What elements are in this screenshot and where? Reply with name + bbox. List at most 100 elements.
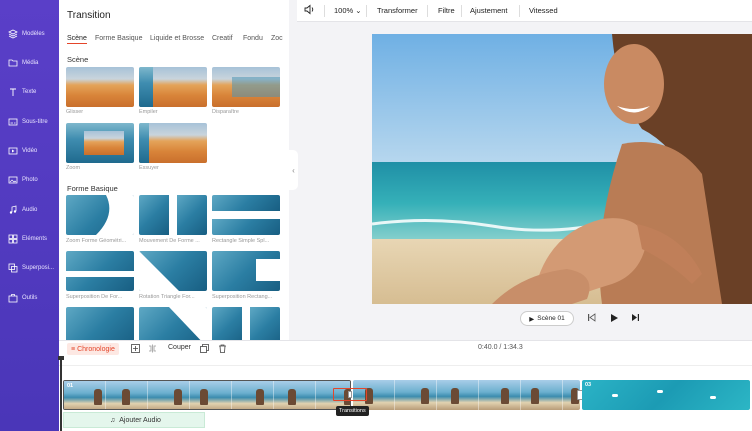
sidebar-item-photo[interactable]: Photo (0, 167, 59, 193)
transition-panel: Transition Scène Forme Basique Liquide e… (59, 0, 289, 340)
skip-forward-icon[interactable] (631, 313, 640, 324)
cut-button[interactable]: Couper (168, 344, 191, 351)
transition-label: Rotation Triangle For... (139, 294, 195, 300)
sidebar-item-label: Média (22, 60, 39, 66)
sidebar-item-outils[interactable]: Outils (0, 285, 59, 311)
transition-thumb-essuyer[interactable] (139, 123, 207, 163)
collapse-panel-button[interactable]: ‹ (289, 150, 298, 190)
playhead[interactable] (58, 356, 64, 431)
layers-icon (8, 29, 18, 39)
transition-label: Disparaître (212, 109, 239, 115)
sidebar-item-label: Eléments (22, 236, 48, 242)
transition-label: Superposition De For... (66, 294, 123, 300)
chronologie-label: Chronologie (77, 345, 115, 353)
transition-thumb-disparaitre[interactable] (212, 67, 280, 107)
transition-marker[interactable] (333, 388, 367, 401)
text-icon (8, 87, 18, 97)
section-title-forme-basique: Forme Basique (67, 184, 118, 193)
clip-01[interactable]: 01 (63, 380, 351, 410)
panel-title: Transition (67, 10, 111, 21)
photo-icon (8, 175, 18, 185)
sidebar-item-label: Superposi... (22, 265, 55, 271)
chevron-left-icon: ‹ (292, 165, 295, 175)
transition-label: Superposition Rectang... (212, 294, 273, 300)
sidebar-item-video[interactable]: Vidéo (0, 138, 59, 164)
time-display: 0:40.0 / 1:34.3 (478, 344, 523, 351)
transform-button[interactable]: Transformer (377, 6, 418, 15)
trash-icon[interactable] (218, 344, 227, 355)
zoom-value: 100% (334, 6, 354, 15)
section-title-scene: Scène (67, 55, 89, 64)
transition-thumb-rectangle-simple[interactable] (212, 195, 280, 235)
preview-frame-image (372, 34, 752, 304)
sidebar-item-label: Photo (22, 177, 38, 183)
volume-icon[interactable] (304, 4, 315, 17)
transition-label: Zoom Forme Géométri... (66, 238, 127, 244)
transition-thumb-glisser[interactable] (66, 67, 134, 107)
tools-icon (8, 293, 18, 303)
transition-label: Rectangle Simple Spl... (212, 238, 270, 244)
skip-back-icon[interactable] (587, 313, 596, 324)
sidebar-item-label: Sous-titre (22, 119, 48, 125)
tab-fondu[interactable]: Fondu (243, 35, 263, 42)
sidebar-item-superposition[interactable]: Superposi... (0, 255, 59, 281)
timeline-ruler[interactable] (59, 356, 752, 366)
scene-label: Scène 01 (537, 315, 565, 322)
clip-02[interactable] (353, 380, 580, 410)
transition-label: Essuyer (139, 165, 159, 171)
overlay-icon (8, 263, 18, 273)
transition-label: Empiler (139, 109, 158, 115)
sidebar-item-label: Texte (22, 89, 37, 95)
sidebar-item-texte[interactable]: Texte (0, 79, 59, 105)
zoom-select[interactable]: 100% ⌄ (334, 6, 362, 15)
transition-thumb-superposition-forme[interactable] (66, 251, 134, 291)
add-icon[interactable] (131, 344, 140, 355)
tab-zoom[interactable]: Zoc (271, 35, 283, 42)
music-icon (8, 205, 18, 215)
speed-button[interactable]: Vitessed (529, 6, 558, 15)
transition-thumb-partial[interactable] (139, 307, 207, 340)
play-small-icon: ▶ (529, 315, 535, 323)
music-note-icon: ♫ (110, 416, 116, 424)
tab-scene[interactable]: Scène (67, 35, 87, 44)
play-icon[interactable] (609, 313, 619, 325)
transition-tooltip: Transitions (336, 406, 369, 416)
transition-label: Glisser (66, 109, 84, 115)
sidebar-item-media[interactable]: Média (0, 50, 59, 76)
sidebar-item-label: Vidéo (22, 148, 38, 154)
transition-thumb-rotation-triangle[interactable] (139, 251, 207, 291)
transition-thumb-mouvement-forme[interactable] (139, 195, 207, 235)
transition-thumb-partial[interactable] (212, 307, 280, 340)
transition-thumb-empiler[interactable] (139, 67, 207, 107)
sidebar-item-modeles[interactable]: Modèles (0, 21, 59, 47)
tab-creatif[interactable]: Creatif (212, 35, 233, 42)
tab-forme-basique[interactable]: Forme Basique (95, 35, 142, 42)
sidebar-item-audio[interactable]: Audio (0, 197, 59, 223)
chronologie-button[interactable]: ≡ Chronologie (67, 343, 119, 355)
transition-thumb-superposition-rectangle[interactable] (212, 251, 280, 291)
transition-thumb-zoom[interactable] (66, 123, 134, 163)
sidebar-item-label: Outils (22, 295, 38, 301)
clip-03[interactable]: 03 (582, 380, 750, 410)
transition-thumb-zoom-forme[interactable] (66, 195, 134, 235)
scene-selector-button[interactable]: ▶ Scène 01 (520, 311, 574, 326)
add-audio-track[interactable]: ♫ Ajouter Audio (63, 412, 205, 428)
elements-icon (8, 234, 18, 244)
folder-icon (8, 58, 18, 68)
transition-thumb-partial[interactable] (66, 307, 134, 340)
split-icon[interactable] (148, 344, 157, 355)
video-icon (8, 146, 18, 156)
chevron-down-icon: ⌄ (355, 6, 362, 15)
adjust-button[interactable]: Ajustement (470, 6, 508, 15)
subtitle-icon (8, 117, 18, 127)
video-preview[interactable] (372, 34, 752, 304)
add-audio-label: Ajouter Audio (119, 416, 161, 424)
filter-button[interactable]: Filtre (438, 6, 455, 15)
sidebar-item-elements[interactable]: Eléments (0, 226, 59, 252)
duplicate-icon[interactable] (200, 344, 209, 355)
sidebar-item-sous-titre[interactable]: Sous-titre (0, 109, 59, 135)
tab-liquide-et-brosse[interactable]: Liquide et Brosse (150, 35, 204, 42)
timeline[interactable]: 01 03 Transitions ♫ Ajouter Audio (58, 356, 752, 431)
clip-label: 03 (585, 382, 592, 388)
clip-label: 01 (67, 383, 74, 389)
